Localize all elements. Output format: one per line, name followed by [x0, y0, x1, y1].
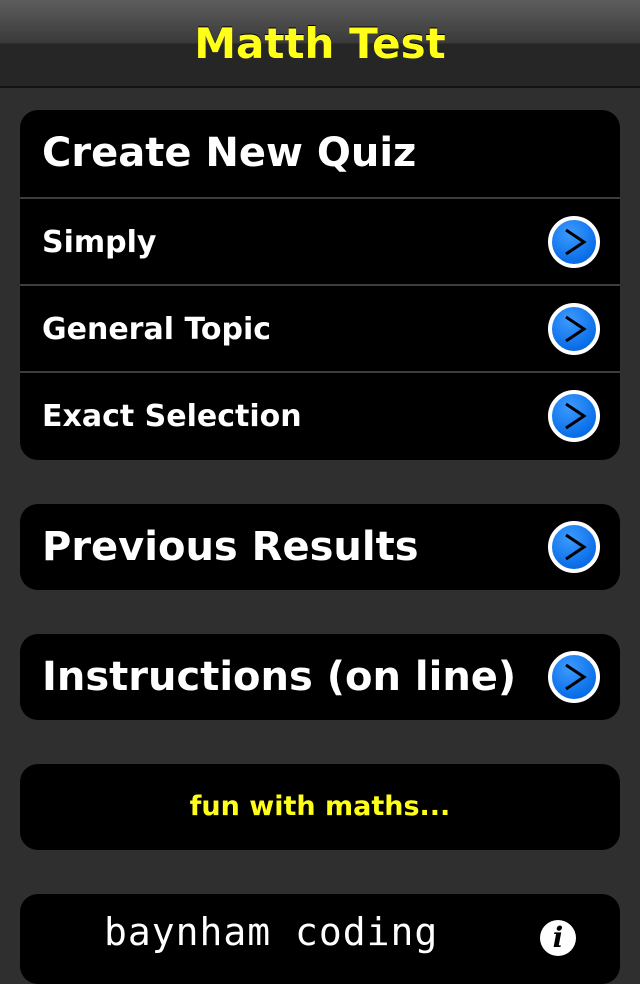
info-icon[interactable]: i — [540, 920, 576, 956]
navigation-bar: Matth Test — [0, 0, 640, 88]
quiz-option-label: General Topic — [42, 312, 272, 347]
chevron-right-icon[interactable] — [548, 215, 600, 268]
previous-results-label: Previous Results — [42, 524, 419, 570]
chevron-right-icon[interactable] — [548, 302, 600, 355]
instructions-label: Instructions (on line) — [42, 654, 517, 700]
create-quiz-header: Create New Quiz — [20, 110, 620, 197]
info-glyph: i — [552, 921, 564, 954]
chevron-right-icon[interactable] — [548, 389, 600, 442]
previous-results-row[interactable]: Previous Results — [20, 504, 620, 590]
quiz-option-label: Simply — [42, 225, 157, 260]
quiz-option-label: Exact Selection — [42, 399, 302, 434]
quiz-option-simply[interactable]: Simply — [20, 197, 620, 284]
create-quiz-header-label: Create New Quiz — [42, 130, 417, 176]
quiz-option-exact-selection[interactable]: Exact Selection — [20, 371, 620, 458]
tagline-group: fun with maths... — [20, 764, 620, 850]
tagline-text: fun with maths... — [189, 791, 451, 822]
instructions-group: Instructions (on line) — [20, 634, 620, 720]
quiz-option-general-topic[interactable]: General Topic — [20, 284, 620, 371]
chevron-right-icon[interactable] — [548, 521, 600, 573]
brand-group: baynham coding i — [20, 894, 620, 984]
chevron-right-icon[interactable] — [548, 651, 600, 703]
page-title: Matth Test — [194, 19, 446, 68]
create-quiz-group: Create New Quiz Simply General Topic Exa… — [20, 110, 620, 460]
previous-results-group: Previous Results — [20, 504, 620, 590]
instructions-row[interactable]: Instructions (on line) — [20, 634, 620, 720]
brand-name: baynham coding — [104, 910, 439, 954]
